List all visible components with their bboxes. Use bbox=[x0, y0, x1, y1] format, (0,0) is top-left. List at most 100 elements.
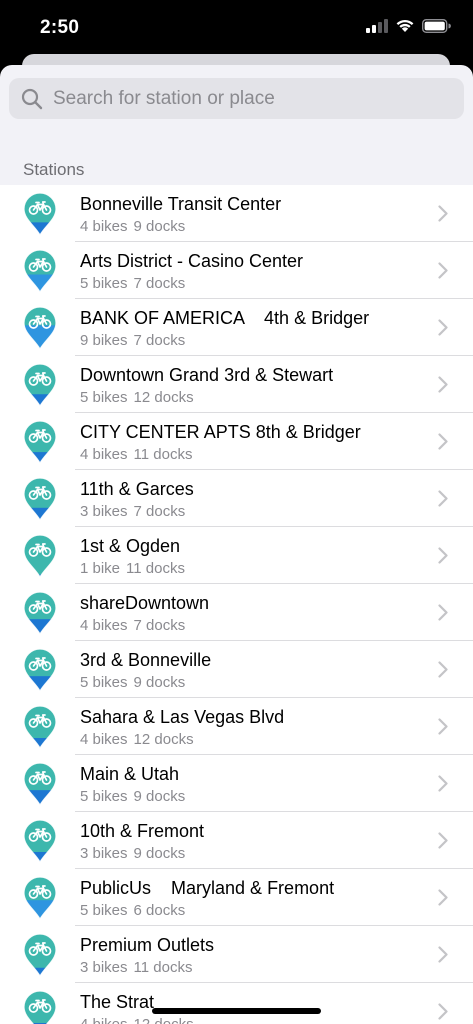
bikes-count: 4 bikes bbox=[80, 617, 128, 634]
bike-station-pin-icon bbox=[23, 990, 57, 1024]
chevron-right-icon bbox=[438, 661, 448, 678]
station-row[interactable]: BANK OF AMERICA 4th & Bridger 9 bikes 7 d… bbox=[0, 299, 473, 356]
bike-station-pin-icon bbox=[23, 762, 57, 806]
station-availability: 1 bike 11 docks bbox=[80, 560, 185, 578]
bike-station-pin-icon bbox=[23, 192, 57, 236]
bikes-count: 5 bikes bbox=[80, 275, 128, 292]
bikes-count: 4 bikes bbox=[80, 731, 128, 748]
station-row[interactable]: Main & Utah 5 bikes 9 docks bbox=[0, 755, 473, 812]
search-input[interactable] bbox=[53, 87, 464, 110]
station-row[interactable]: Bonneville Transit Center 4 bikes 9 docks bbox=[0, 185, 473, 242]
station-info: Premium Outlets 3 bikes 11 docks bbox=[80, 934, 214, 977]
docks-count: 11 docks bbox=[133, 446, 193, 463]
docks-count: 12 docks bbox=[134, 1016, 194, 1024]
station-row[interactable]: 11th & Garces 3 bikes 7 docks bbox=[0, 470, 473, 527]
station-name: 3rd & Bonneville bbox=[80, 650, 212, 670]
station-availability: 5 bikes 7 docks bbox=[80, 275, 303, 293]
chevron-right-icon bbox=[438, 547, 448, 564]
chevron-right-icon bbox=[438, 946, 448, 963]
station-name: Arts District - Casino Center bbox=[80, 251, 304, 271]
bike-station-pin-icon bbox=[23, 306, 57, 350]
station-availability: 9 bikes 7 docks bbox=[80, 332, 369, 350]
station-availability: 4 bikes 9 docks bbox=[80, 218, 281, 236]
station-info: 10th & Fremont 3 bikes 9 docks bbox=[80, 820, 204, 863]
docks-count: 6 docks bbox=[133, 902, 186, 919]
search-bar[interactable] bbox=[9, 78, 464, 119]
station-info: BANK OF AMERICA 4th & Bridger 9 bikes 7 d… bbox=[80, 307, 369, 350]
chevron-right-icon bbox=[438, 262, 448, 279]
bikes-count: 3 bikes bbox=[80, 959, 128, 976]
station-row[interactable]: Sahara & Las Vegas Blvd 4 bikes 12 docks bbox=[0, 698, 473, 755]
station-row[interactable]: The Strat 4 bikes12 docks bbox=[0, 983, 473, 1024]
docks-count: 7 docks bbox=[133, 617, 186, 634]
bike-station-pin-icon bbox=[23, 249, 57, 293]
station-name: CITY CENTER APTS 8th & Bridger bbox=[80, 422, 361, 442]
bike-station-pin-icon bbox=[23, 420, 57, 464]
station-info: Main & Utah 5 bikes 9 docks bbox=[80, 763, 185, 806]
station-name: 11th & Garces bbox=[80, 479, 194, 499]
station-info: Sahara & Las Vegas Blvd 4 bikes 12 docks bbox=[80, 706, 284, 749]
station-row[interactable]: CITY CENTER APTS 8th & Bridger 4 bikes 11… bbox=[0, 413, 473, 470]
bikes-count: 3 bikes bbox=[80, 845, 128, 862]
bike-station-pin-icon bbox=[23, 933, 57, 977]
station-name: Main & Utah bbox=[80, 764, 180, 784]
station-availability: 4 bikes 12 docks bbox=[80, 1016, 194, 1024]
battery-icon bbox=[422, 18, 451, 33]
chevron-right-icon bbox=[438, 1003, 448, 1020]
station-availability: 5 bikes 6 docks bbox=[80, 902, 334, 920]
wifi-icon bbox=[396, 19, 414, 32]
station-row[interactable]: 10th & Fremont 3 bikes 9 docks bbox=[0, 812, 473, 869]
station-row[interactable]: Arts District - Casino Center 5 bikes 7 d… bbox=[0, 242, 473, 299]
station-row[interactable]: 1st & Ogden 1 bike 11 docks bbox=[0, 527, 473, 584]
status-time: 2:50 bbox=[40, 17, 80, 38]
station-row[interactable]: Premium Outlets 3 bikes 11 docks bbox=[0, 926, 473, 983]
station-availability: 4 bikes 7 docks bbox=[80, 617, 209, 635]
docks-count: 11 docks bbox=[133, 959, 193, 976]
chevron-right-icon bbox=[438, 832, 448, 849]
docks-count: 12 docks bbox=[133, 731, 194, 748]
section-header-stations: Stations bbox=[23, 160, 85, 179]
station-info: 1st & Ogden 1 bike 11 docks bbox=[80, 535, 185, 578]
station-list: Bonneville Transit Center 4 bikes 9 docks bbox=[0, 185, 473, 1024]
station-row[interactable]: Downtown Grand 3rd & Stewart 5 bikes 12 d… bbox=[0, 356, 473, 413]
cellular-signal-icon bbox=[366, 18, 388, 33]
bikes-count: 3 bikes bbox=[80, 503, 128, 520]
docks-count: 7 docks bbox=[133, 503, 186, 520]
chevron-right-icon bbox=[438, 604, 448, 621]
status-bar: 2:50 bbox=[0, 0, 473, 58]
station-row[interactable]: PublicUs Maryland & Fremont 5 bikes 6 doc… bbox=[0, 869, 473, 926]
station-row[interactable]: 3rd & Bonneville 5 bikes 9 docks bbox=[0, 641, 473, 698]
bikes-count: 9 bikes bbox=[80, 332, 128, 349]
bike-station-pin-icon bbox=[23, 363, 57, 407]
chevron-right-icon bbox=[438, 376, 448, 393]
station-info: 3rd & Bonneville 5 bikes 9 docks bbox=[80, 649, 211, 692]
docks-count: 7 docks bbox=[133, 332, 186, 349]
station-row[interactable]: shareDowntown 4 bikes 7 docks bbox=[0, 584, 473, 641]
station-name: shareDowntown bbox=[80, 593, 210, 613]
home-indicator[interactable] bbox=[152, 1008, 321, 1014]
station-info: 11th & Garces 3 bikes 7 docks bbox=[80, 478, 194, 521]
station-availability: 3 bikes 7 docks bbox=[80, 503, 194, 521]
bikes-count: 4 bikes bbox=[80, 446, 128, 463]
station-availability: 4 bikes 11 docks bbox=[80, 446, 361, 464]
station-availability: 3 bikes 11 docks bbox=[80, 959, 214, 977]
chevron-right-icon bbox=[438, 433, 448, 450]
station-availability: 3 bikes 9 docks bbox=[80, 845, 204, 863]
bikes-count: 5 bikes bbox=[80, 674, 128, 691]
station-name: Downtown Grand 3rd & Stewart bbox=[80, 365, 334, 385]
bike-station-pin-icon bbox=[23, 591, 57, 635]
docks-count: 9 docks bbox=[133, 674, 186, 691]
bike-station-pin-icon bbox=[23, 534, 57, 578]
station-info: Bonneville Transit Center 4 bikes 9 docks bbox=[80, 193, 281, 236]
search-icon bbox=[20, 87, 44, 111]
bikes-count: 5 bikes bbox=[80, 389, 128, 406]
docks-count: 9 docks bbox=[133, 218, 186, 235]
chevron-right-icon bbox=[438, 490, 448, 507]
bike-station-pin-icon bbox=[23, 477, 57, 521]
station-name: 10th & Fremont bbox=[80, 821, 205, 841]
station-name: Sahara & Las Vegas Blvd bbox=[80, 707, 285, 727]
chevron-right-icon bbox=[438, 775, 448, 792]
bikes-count: 4 bikes bbox=[80, 1016, 128, 1024]
station-name: BANK OF AMERICA 4th & Bridger bbox=[80, 308, 370, 328]
bikes-count: 5 bikes bbox=[80, 902, 128, 919]
